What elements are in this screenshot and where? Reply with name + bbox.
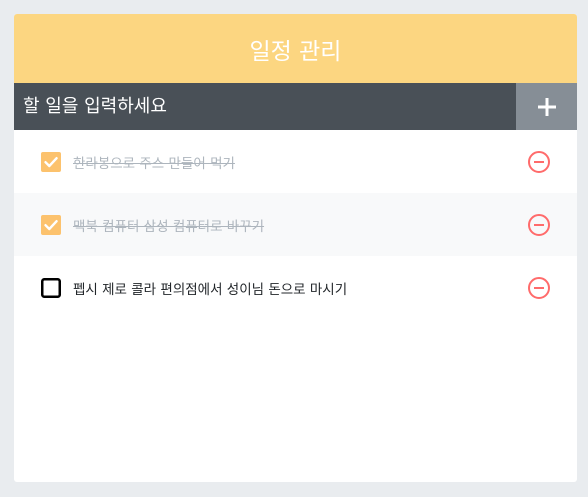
todo-checkbox-toggle[interactable]: 한라봉으로 주스 만들어 먹기 bbox=[14, 151, 577, 172]
todo-checkbox-toggle[interactable]: 펩시 제로 콜라 편의점에서 성이님 돈으로 마시기 bbox=[14, 277, 577, 298]
todo-input[interactable] bbox=[14, 83, 516, 130]
todo-list: 한라봉으로 주스 만들어 먹기 맥북 컴퓨터 삼성 컴퓨터로 바꾸기 펩시 제로… bbox=[14, 130, 577, 319]
checked-checkbox-icon bbox=[41, 214, 61, 235]
unchecked-checkbox-icon bbox=[41, 277, 61, 298]
todo-text: 맥북 컴퓨터 삼성 컴퓨터로 바꾸기 bbox=[73, 218, 265, 235]
plus-icon bbox=[537, 97, 556, 116]
todo-item: 맥북 컴퓨터 삼성 컴퓨터로 바꾸기 bbox=[14, 193, 577, 256]
minus-circle-icon bbox=[528, 213, 550, 236]
todo-text: 한라봉으로 주스 만들어 먹기 bbox=[73, 155, 235, 172]
todo-checkbox-toggle[interactable]: 맥북 컴퓨터 삼성 컴퓨터로 바꾸기 bbox=[14, 214, 577, 235]
todo-text: 펩시 제로 콜라 편의점에서 성이님 돈으로 마시기 bbox=[73, 281, 348, 298]
checked-checkbox-icon bbox=[41, 151, 61, 172]
minus-circle-icon bbox=[528, 150, 550, 173]
minus-circle-icon bbox=[528, 276, 550, 299]
app-title: 일정 관리 bbox=[249, 38, 342, 65]
todo-template: 일정 관리 한라봉으로 주스 만들어 먹기 bbox=[14, 14, 577, 482]
remove-todo-button[interactable] bbox=[527, 213, 551, 237]
todo-item: 펩시 제로 콜라 편의점에서 성이님 돈으로 마시기 bbox=[14, 256, 577, 319]
todo-item: 한라봉으로 주스 만들어 먹기 bbox=[14, 130, 577, 193]
add-todo-button[interactable] bbox=[516, 83, 577, 130]
todo-insert-form bbox=[14, 83, 577, 130]
remove-todo-button[interactable] bbox=[527, 150, 551, 174]
app-header: 일정 관리 bbox=[14, 14, 577, 83]
remove-todo-button[interactable] bbox=[527, 276, 551, 300]
